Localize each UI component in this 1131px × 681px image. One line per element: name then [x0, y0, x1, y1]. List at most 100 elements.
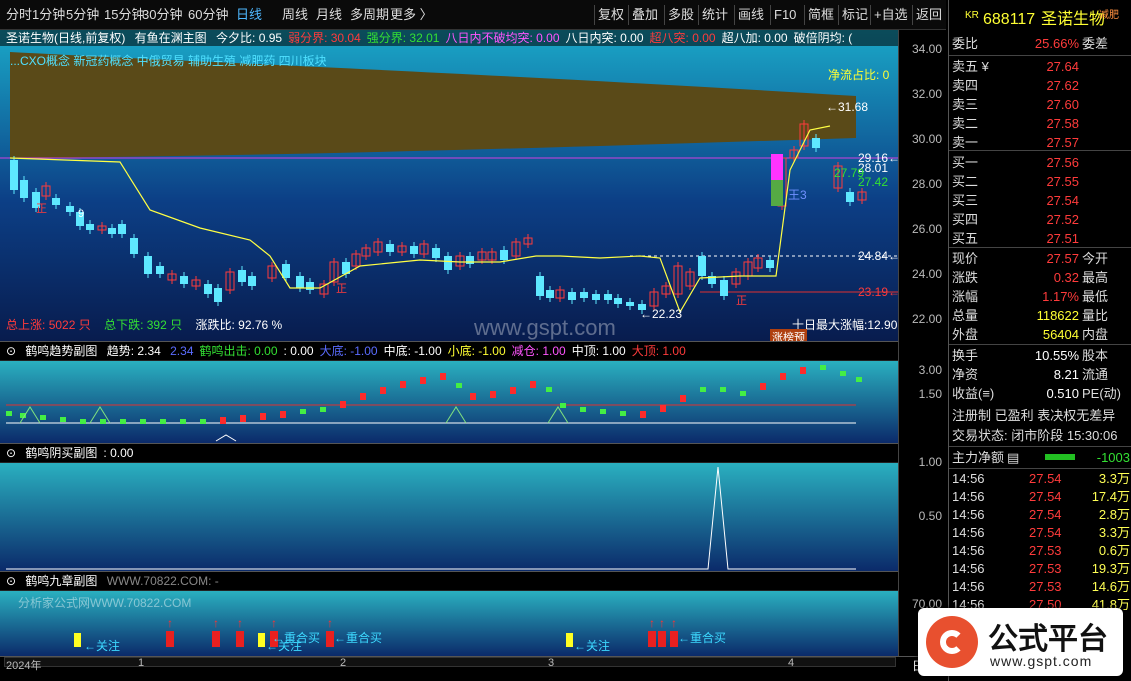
trend-bar	[700, 387, 706, 392]
trend-bar	[220, 417, 226, 424]
yin-buy-title[interactable]: 鹤鸣阴买副图	[25, 446, 97, 460]
trend-bar	[640, 411, 646, 418]
collapse-icon[interactable]: ⊙	[6, 344, 16, 358]
main-y-axis: 34.00 32.00 30.00 28.00 26.00 24.00 22.00	[898, 30, 946, 341]
net-flow-icon[interactable]: ▤	[1007, 448, 1019, 467]
candle-body	[156, 266, 164, 274]
toolbar-tab-5[interactable]: 60分钟	[188, 0, 228, 30]
up-arrow-icon: ↑	[213, 616, 219, 630]
jingliu-ratio: 净流占比: 0	[828, 68, 890, 82]
trend-bar	[320, 407, 326, 412]
ask-row-4: 卖一 27.57	[952, 135, 1079, 150]
candle-body	[386, 244, 394, 252]
yin-buy-header: ⊙ 鹤鸣阴买副图: 0.00	[0, 443, 898, 463]
nine-chapter-title[interactable]: 鹤鸣九章副图	[25, 574, 97, 588]
main-indicator-7: 破倍阴均: (	[793, 31, 853, 45]
up-arrow-icon: ↑	[649, 616, 655, 630]
trend-indicator-3: : 0.00	[283, 344, 314, 358]
main-chart-panel[interactable]: 圣诺生物(日线,前复权) 有鱼在渊主图 今夕比: 0.95 弱分界: 30.04 强…	[0, 30, 946, 341]
candle-body	[180, 276, 188, 284]
yin-buy-subchart-panel[interactable]: ⊙ 鹤鸣阴买副图: 0.00 1.00 0.50	[0, 443, 946, 571]
gspt-logo: 公式平台 www.gspt.com	[918, 608, 1123, 676]
candle-body	[214, 288, 222, 302]
trend-subchart-title[interactable]: 鹤鸣趋势副图	[25, 344, 97, 358]
signal-bar-magenta	[771, 154, 783, 180]
trend-bar	[760, 383, 766, 390]
trade-row: 14:56 27.54 3.3万	[952, 525, 1130, 540]
toolbar-tab-10[interactable]: 更多 〉	[390, 0, 433, 30]
toolbar-tab-2[interactable]: 5分钟	[66, 0, 99, 30]
buy-marker	[166, 631, 174, 647]
status-row: 交易状态: 闭市阶段 15:30:06	[952, 428, 1118, 443]
toolbar-button-7[interactable]: 标记	[842, 0, 868, 30]
collapse-icon-2[interactable]: ⊙	[6, 446, 16, 460]
toolbar-button-1[interactable]: 叠加	[632, 0, 658, 30]
guanzhu-label-1: ←关注	[84, 639, 121, 653]
x-axis[interactable]: 日 2024年1234	[0, 656, 946, 681]
zheng-mark-1: 正	[336, 283, 347, 295]
chonghe-label-1: ←重合买	[272, 631, 321, 645]
collapse-icon-3[interactable]: ⊙	[6, 574, 16, 588]
trend-bar	[140, 419, 146, 424]
trade-row: 14:56 27.54 2.8万	[952, 507, 1130, 522]
trend-indicator-2: 鹤鸣出击: 0.00	[199, 344, 278, 358]
y-tick: 1.50	[918, 387, 942, 401]
net-flow-row: 主力净额 ▤ -1003	[952, 448, 1130, 467]
ask-row-1: 卖四 27.62	[952, 78, 1079, 93]
toolbar-tab-6[interactable]: 日线	[236, 0, 262, 30]
zheng-mark-3: 正	[36, 203, 47, 215]
toolbar-button-0[interactable]: 复权	[598, 0, 624, 30]
logo-circle-icon	[926, 616, 978, 668]
trend-bar	[300, 409, 306, 414]
buy-marker	[670, 631, 678, 647]
y-tick: 30.00	[911, 132, 942, 146]
watermark-text: www.gspt.com	[474, 315, 616, 340]
toolbar-button-9[interactable]: 返回	[916, 0, 942, 30]
toolbar-button-4[interactable]: 画线	[738, 0, 764, 30]
bid-row-2: 买三 27.54	[952, 193, 1079, 208]
trend-subchart-panel[interactable]: ⊙ 鹤鸣趋势副图 趋势: 2.34 2.34 鹤鸣出击: 0.00: 0.00 大底…	[0, 341, 946, 443]
toolbar-button-2[interactable]: 多股	[668, 0, 694, 30]
candle-body	[698, 256, 706, 276]
toolbar-tab-8[interactable]: 月线	[316, 0, 342, 30]
main-indicator-6: 超八加: 0.00	[721, 31, 788, 45]
guanzhu-label-3: ←关注	[574, 639, 611, 653]
bid-row-1: 买二 27.55	[952, 174, 1079, 189]
nine-chapter-extra: WWW.70822.COM: -	[106, 574, 219, 588]
toolbar-button-5[interactable]: F10	[774, 0, 796, 30]
x-axis-label: 1	[138, 657, 145, 669]
trend-subchart-svg[interactable]	[0, 361, 898, 443]
up-arrow-icon: ↑	[659, 616, 665, 630]
logo-text: 公式平台	[988, 623, 1108, 656]
formula-name[interactable]: 有鱼在渊主图	[135, 31, 207, 45]
register-row: 注册制 已盈利 表决权无差异	[952, 408, 1116, 423]
trend-bar	[80, 419, 86, 424]
toolbar-button-3[interactable]: 统计	[702, 0, 728, 30]
toolbar-tab-7[interactable]: 周线	[282, 0, 308, 30]
yin-buy-y-axis: 1.00 0.50	[898, 443, 946, 571]
trend-bar	[680, 395, 686, 402]
yin-buy-svg[interactable]	[0, 463, 898, 571]
toolbar-tab-4[interactable]: 30分钟	[142, 0, 182, 30]
up-arrow-icon: ↑	[271, 616, 277, 630]
toolbar-button-8[interactable]: +自选	[874, 0, 908, 30]
trend-bar	[740, 391, 746, 396]
trend-bar	[240, 415, 246, 422]
toolbar-tab-3[interactable]: 15分钟	[104, 0, 144, 30]
candle-body	[592, 294, 600, 300]
main-indicator-0: 今夕比: 0.95	[216, 31, 283, 45]
trade-row: 14:56 27.53 19.3万	[952, 561, 1130, 576]
toolbar-button-6[interactable]: 简框	[808, 0, 834, 30]
toolbar-tab-0[interactable]: 分时	[6, 0, 32, 30]
buy-marker	[658, 631, 666, 647]
trend-bar	[40, 415, 46, 420]
candle-body	[296, 276, 304, 288]
trend-indicator-4: 大底: -1.00	[319, 344, 378, 358]
board-tag[interactable]: 涨榜预	[770, 329, 807, 341]
candle-body	[238, 270, 246, 282]
trend-bar	[440, 373, 446, 380]
guanzhu-marker	[566, 633, 573, 647]
nine-chapter-subchart-panel[interactable]: ⊙ 鹤鸣九章副图 WWW.70822.COM: - ↑ ↑ ↑ ↑ ↑ ↑ ↑ ↑ 分析家公式…	[0, 571, 946, 656]
toolbar-tab-9[interactable]: 多周期	[350, 0, 389, 30]
toolbar-tab-1[interactable]: 1分钟	[32, 0, 65, 30]
